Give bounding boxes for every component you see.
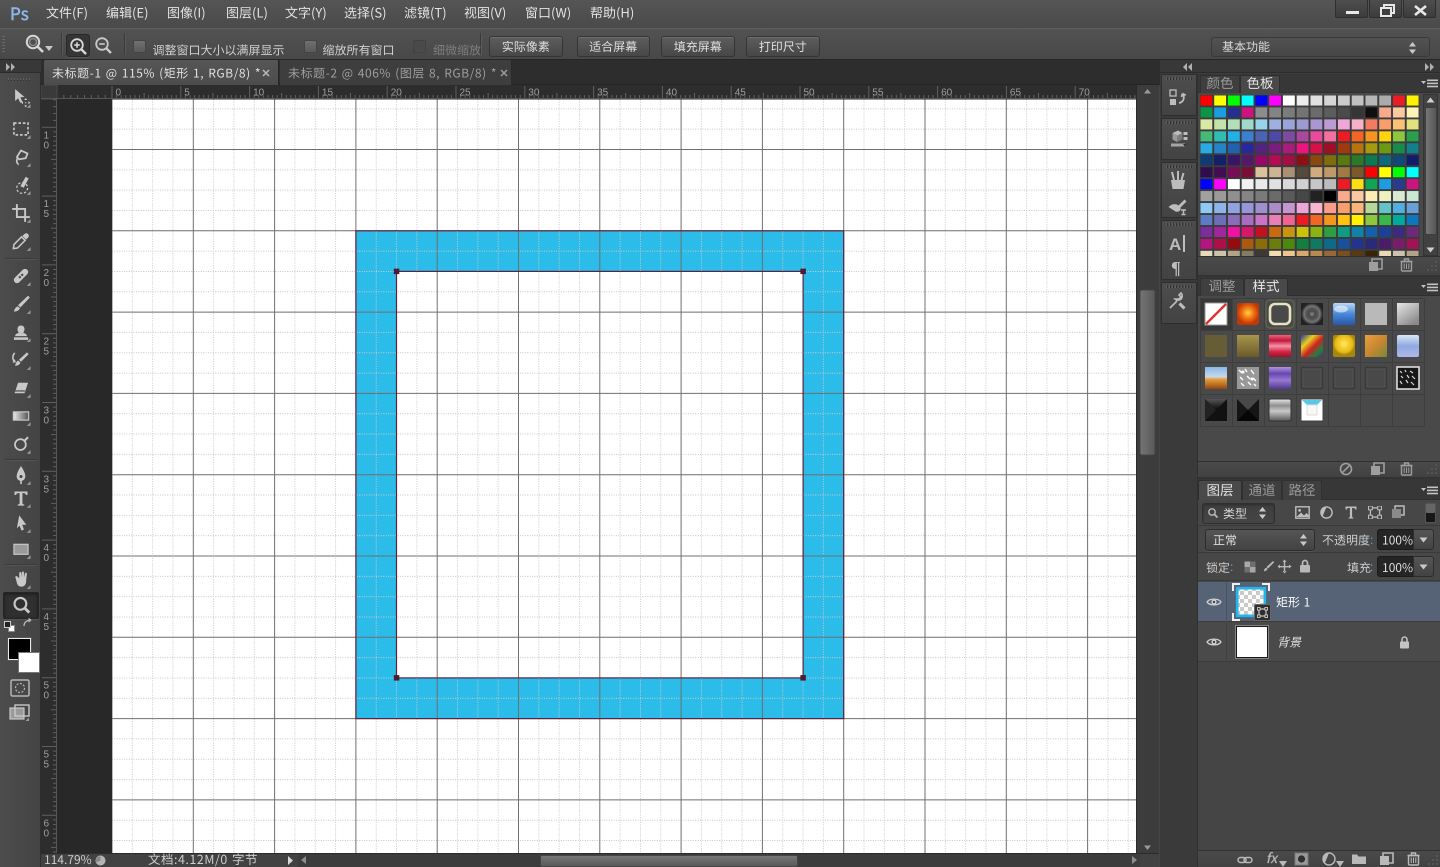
svg-text:45: 45 <box>735 88 747 99</box>
svg-text:0: 0 <box>44 416 50 427</box>
svg-text:60: 60 <box>941 88 953 99</box>
svg-text:55: 55 <box>872 88 884 99</box>
svg-text:5: 5 <box>44 760 50 771</box>
svg-text:0: 0 <box>44 278 50 289</box>
svg-text:0: 0 <box>116 88 122 99</box>
svg-text:5: 5 <box>44 347 50 358</box>
svg-text:25: 25 <box>460 88 472 99</box>
svg-text:0: 0 <box>44 140 50 151</box>
svg-text:0: 0 <box>44 828 50 839</box>
svg-text:65: 65 <box>1010 88 1022 99</box>
svg-text:30: 30 <box>528 88 540 99</box>
svg-text:5: 5 <box>44 484 50 495</box>
svg-text:5: 5 <box>44 209 50 220</box>
svg-text:15: 15 <box>322 88 334 99</box>
svg-text:A: A <box>1169 235 1181 253</box>
svg-text:10: 10 <box>253 88 265 99</box>
svg-text:¶: ¶ <box>1171 258 1181 277</box>
svg-text:5: 5 <box>184 88 190 99</box>
svg-text:50: 50 <box>804 88 816 99</box>
svg-text:0: 0 <box>44 691 50 702</box>
svg-text:5: 5 <box>44 622 50 633</box>
svg-text:35: 35 <box>597 88 609 99</box>
svg-text:20: 20 <box>391 88 403 99</box>
svg-text:70: 70 <box>1079 88 1091 99</box>
svg-text:40: 40 <box>666 88 678 99</box>
svg-text:0: 0 <box>44 553 50 564</box>
